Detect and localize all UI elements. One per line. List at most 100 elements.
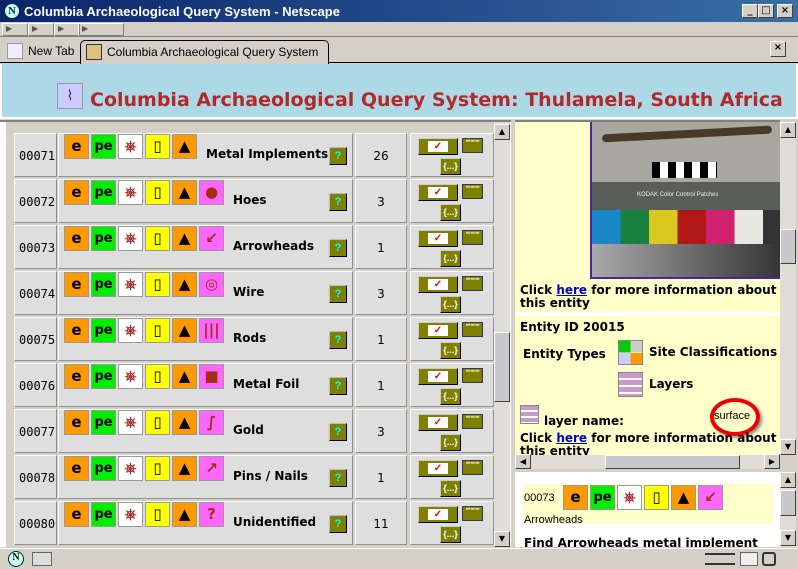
details-button[interactable]: {...} [440,342,461,359]
row-name[interactable]: Metal Implements [206,147,328,161]
scroll-down-button[interactable]: ▼ [780,530,796,546]
close-window-button[interactable]: × [777,4,793,18]
select-check-button[interactable]: ✓ [418,506,458,523]
details-button[interactable]: {...} [440,204,461,221]
details-button[interactable]: {...} [440,480,461,497]
list-view-button[interactable]: ≡≡≡ [462,276,483,291]
details-button[interactable]: {...} [440,388,461,405]
list-view-button[interactable]: ≡≡≡ [462,184,483,199]
question-icon: ? [199,502,224,527]
scroll-down-button[interactable]: ▼ [780,439,796,455]
tab-columbia[interactable]: Columbia Archaeological Query System [80,40,329,64]
pe-icon: pe [91,180,116,205]
row-name[interactable]: Unidentified [233,515,316,529]
details-button[interactable]: {...} [440,434,461,451]
toolbar-grip-3[interactable]: ▶ [54,23,80,36]
more-info-link[interactable]: here [556,283,587,297]
results-scrollbar[interactable]: ▲ ▼ [494,122,510,547]
toolbar-grip-2[interactable]: ▶ [28,23,54,36]
row-name[interactable]: Wire [233,285,264,299]
privacy-eye-icon[interactable] [740,552,758,566]
list-view-button[interactable]: ≡≡≡ [462,460,483,475]
row-id: 00072 [14,179,57,223]
help-button[interactable]: ? [329,377,347,395]
wheel-icon: ⎈ [118,272,143,297]
wheel-icon: ⎈ [118,226,143,251]
detail-scrollbar[interactable]: ▲ ▼ [780,122,796,455]
row-count: 3 [355,179,407,223]
help-button[interactable]: ? [329,285,347,303]
details-button[interactable]: {...} [440,526,461,543]
help-button[interactable]: ? [329,147,347,165]
select-check-button[interactable]: ✓ [418,368,458,385]
list-view-button[interactable]: ≡≡≡ [462,368,483,383]
list-view-button[interactable]: ≡≡≡ [462,138,483,153]
select-check-button[interactable]: ✓ [418,276,458,293]
scroll-thumb[interactable] [494,332,510,402]
scroll-thumb[interactable] [780,490,796,516]
row-name[interactable]: Pins / Nails [233,469,308,483]
maximize-button[interactable]: □ [758,4,774,18]
help-button[interactable]: ? [329,239,347,257]
row-name[interactable]: Rods [233,331,266,345]
row-icons: e pe ⎈ ▯ ▲ ∫ Gold? [58,409,353,453]
barrel-icon: ▯ [145,318,170,343]
scroll-up-button[interactable]: ▲ [494,124,510,140]
row-id: 00077 [14,409,57,453]
row-name[interactable]: Gold [233,423,264,437]
type-layers: Layers [649,377,694,391]
site-favicon-icon [86,44,102,60]
wheel-icon: ⎈ [118,502,143,527]
security-lock-icon[interactable] [762,552,776,566]
query-scrollbar[interactable]: ▲ ▼ [780,472,796,547]
detail-h-scrollbar[interactable]: ◀ ▶ [515,454,780,469]
select-check-button[interactable]: ✓ [418,322,458,339]
select-check-button[interactable]: ✓ [418,138,458,155]
scroll-thumb[interactable] [780,229,796,264]
more-info-link-2[interactable]: here [556,431,587,445]
select-check-button[interactable]: ✓ [418,460,458,477]
list-view-button[interactable]: ≡≡≡ [462,230,483,245]
h-scroll-thumb[interactable] [605,455,740,469]
list-view-button[interactable]: ≡≡≡ [462,414,483,429]
close-tab-button[interactable]: × [770,41,786,57]
scroll-left-button[interactable]: ◀ [515,454,531,469]
row-name[interactable]: Hoes [233,193,267,207]
details-button[interactable]: {...} [440,158,461,175]
help-button[interactable]: ? [329,331,347,349]
help-button[interactable]: ? [329,193,347,211]
list-view-button[interactable]: ≡≡≡ [462,322,483,337]
toolbar-grippies: ▶ ▶ ▶ ▶ [0,22,798,37]
photo-caption: KODAK Color Control Patches [637,192,719,198]
select-check-button[interactable]: ✓ [418,414,458,431]
scroll-up-button[interactable]: ▲ [780,122,796,138]
help-button[interactable]: ? [329,515,347,533]
scroll-up-button[interactable]: ▲ [780,472,796,488]
details-button[interactable]: {...} [440,250,461,267]
details-button[interactable]: {...} [440,296,461,313]
row-id: 00071 [14,133,57,177]
foil-icon: ■ [199,364,224,389]
list-view-button[interactable]: ≡≡≡ [462,506,483,521]
netscape-status-icon[interactable]: N [8,551,24,567]
scroll-down-button[interactable]: ▼ [494,531,510,547]
select-check-button[interactable]: ✓ [418,184,458,201]
minimize-button[interactable]: _ [742,4,758,18]
toolbar-grip-1[interactable]: ▶ [2,23,28,36]
row-count: 1 [355,317,407,361]
row-name[interactable]: Arrowheads [233,239,314,253]
more-info-text-2: Click here for more information about th… [520,431,777,456]
select-check-button[interactable]: ✓ [418,230,458,247]
row-name[interactable]: Metal Foil [233,377,299,391]
layers-icon [618,372,643,397]
tab-new-tab[interactable]: New Tab [2,40,80,63]
entity-detail-frame: KODAK Color Control Patches Click here f… [515,120,780,455]
scroll-right-button[interactable]: ▶ [764,454,780,469]
row-id: 00075 [14,317,57,361]
wheel-icon: ⎈ [118,134,143,159]
e-icon: e [64,456,89,481]
help-button[interactable]: ? [329,469,347,487]
composer-icon[interactable] [32,552,52,566]
toolbar-grip-4[interactable]: ▶ [78,23,124,36]
help-button[interactable]: ? [329,423,347,441]
